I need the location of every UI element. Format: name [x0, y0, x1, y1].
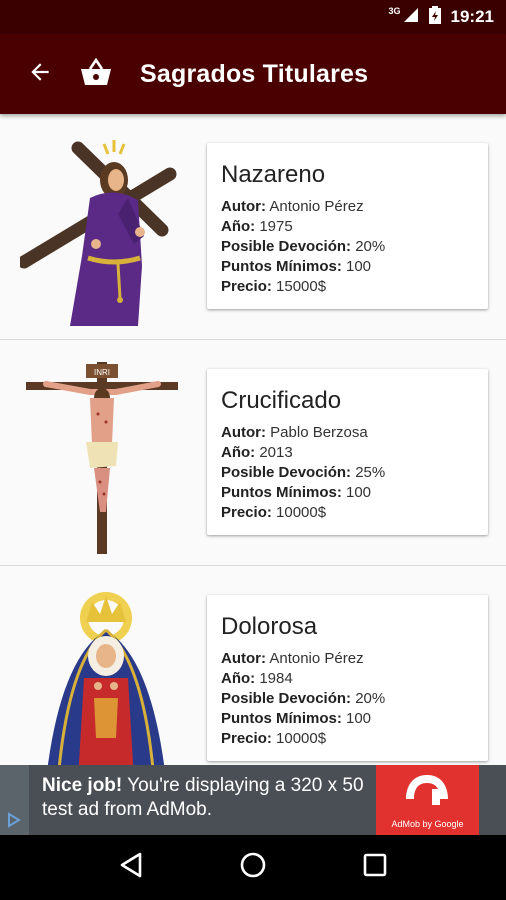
- list-item[interactable]: Nazareno Autor: Antonio Pérez Año: 1975 …: [0, 114, 506, 340]
- nav-recents-icon: [363, 853, 387, 882]
- item-anio: Año: 1975: [221, 218, 293, 235]
- item-autor: Autor: Antonio Pérez: [221, 198, 364, 215]
- item-name: Crucificado: [221, 387, 342, 414]
- inri-sign: INRI: [94, 368, 110, 377]
- dolorosa-image: [20, 588, 185, 765]
- item-precio: Precio: 10000$: [221, 730, 327, 747]
- nav-bar: [0, 835, 506, 900]
- item-devocion: Posible Devoción: 20%: [221, 238, 386, 255]
- item-name: Nazareno: [221, 161, 326, 188]
- item-anio: Año: 1984: [221, 670, 293, 687]
- list-item[interactable]: Dolorosa Autor: Antonio Pérez Año: 1984 …: [0, 566, 506, 765]
- admob-icon: [406, 775, 448, 805]
- admob-logo[interactable]: AdMob by Google: [376, 765, 479, 835]
- nav-back-button[interactable]: [106, 843, 156, 893]
- ad-text[interactable]: Nice job! You're displaying a 320 x 50 t…: [42, 774, 372, 822]
- item-anio: Año: 2013: [221, 444, 293, 461]
- network-type: 3G: [388, 6, 401, 16]
- item-puntos: Puntos Mínimos: 100: [221, 484, 372, 501]
- list-item[interactable]: INRI Crucificado Autor: Pablo Berzosa Añ…: [0, 340, 506, 566]
- status-time: 19:21: [450, 7, 494, 26]
- crucificado-image: INRI: [20, 362, 185, 554]
- item-devocion: Posible Devoción: 25%: [221, 464, 386, 481]
- signal-icon: [403, 7, 419, 28]
- basket-button[interactable]: [72, 50, 120, 98]
- admob-caption: AdMob by Google: [391, 819, 464, 829]
- ad-strip: [0, 765, 29, 835]
- item-card[interactable]: Dolorosa Autor: Antonio Pérez Año: 1984 …: [207, 595, 488, 761]
- nav-recents-button[interactable]: [350, 843, 400, 893]
- item-puntos: Puntos Mínimos: 100: [221, 710, 372, 727]
- nav-home-button[interactable]: [228, 843, 278, 893]
- item-card[interactable]: Nazareno Autor: Antonio Pérez Año: 1975 …: [207, 143, 488, 309]
- ad-banner[interactable]: Nice job! You're displaying a 320 x 50 t…: [0, 765, 506, 835]
- item-autor: Autor: Antonio Pérez: [221, 650, 364, 667]
- nav-home-icon: [239, 851, 267, 884]
- adchoices-icon[interactable]: [5, 811, 23, 829]
- item-name: Dolorosa: [221, 613, 318, 640]
- item-precio: Precio: 15000$: [221, 278, 327, 295]
- app-bar: Sagrados Titulares: [0, 34, 506, 114]
- nazareno-image: [17, 136, 185, 328]
- page-title: Sagrados Titulares: [140, 59, 369, 88]
- basket-icon: [80, 57, 112, 91]
- back-button[interactable]: [16, 50, 64, 98]
- nav-back-icon: [118, 851, 144, 884]
- item-card[interactable]: Crucificado Autor: Pablo Berzosa Año: 20…: [207, 369, 488, 535]
- item-precio: Precio: 10000$: [221, 504, 327, 521]
- status-bar: 3G 19:21: [0, 0, 506, 34]
- item-puntos: Puntos Mínimos: 100: [221, 258, 372, 275]
- battery-icon: [428, 5, 441, 29]
- arrow-back-icon: [27, 59, 53, 90]
- item-devocion: Posible Devoción: 20%: [221, 690, 386, 707]
- titulares-list[interactable]: Nazareno Autor: Antonio Pérez Año: 1975 …: [0, 114, 506, 765]
- item-autor: Autor: Pablo Berzosa: [221, 424, 368, 441]
